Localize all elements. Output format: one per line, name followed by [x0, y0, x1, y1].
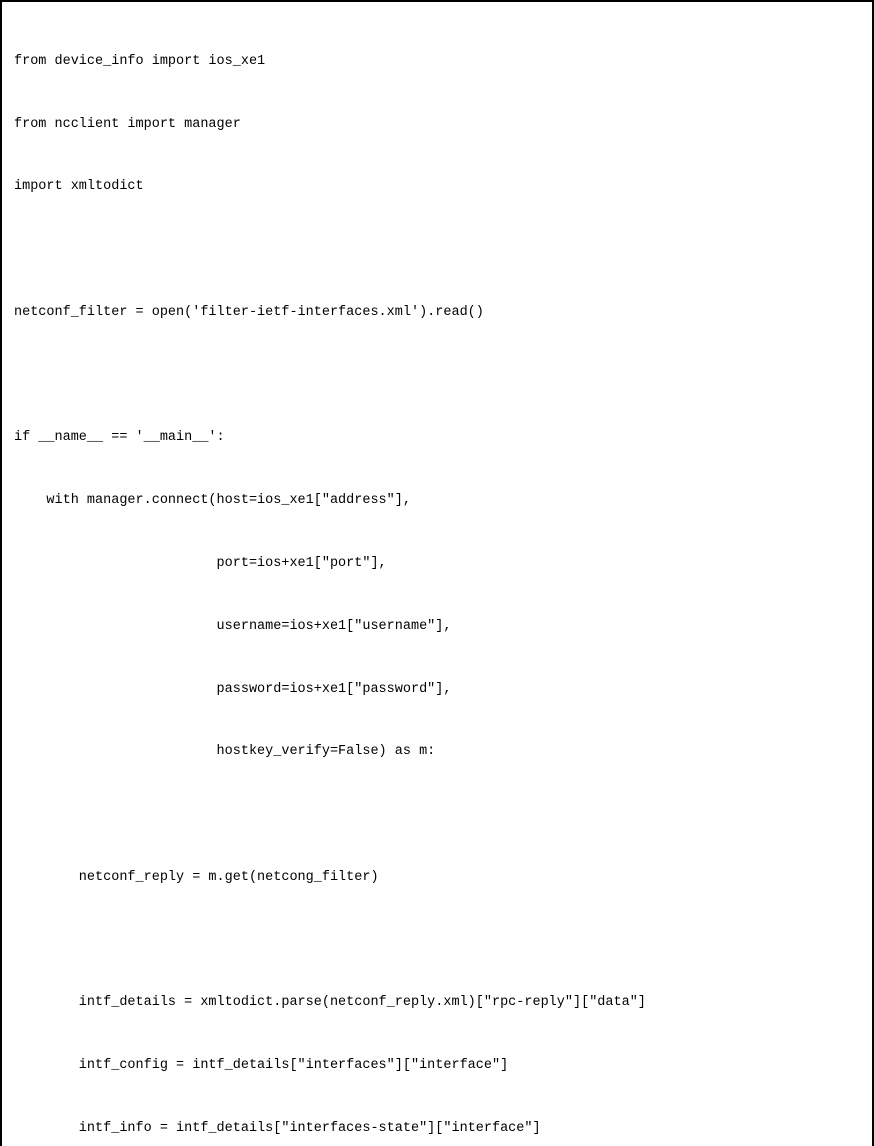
line-17: intf_config = intf_details["interfaces"]… [14, 1056, 860, 1077]
line-15 [14, 931, 860, 952]
line-5: netconf_filter = open('filter-ietf-inter… [14, 303, 860, 324]
line-11: password=ios+xe1["password"], [14, 680, 860, 701]
line-14: netconf_reply = m.get(netcong_filter) [14, 868, 860, 889]
code-container: from device_info import ios_xe1 from ncc… [0, 0, 874, 1146]
line-9: port=ios+xe1["port"], [14, 554, 860, 575]
line-18: intf_info = intf_details["interfaces-sta… [14, 1119, 860, 1140]
line-8: with manager.connect(host=ios_xe1["addre… [14, 491, 860, 512]
line-6 [14, 366, 860, 387]
line-10: username=ios+xe1["username"], [14, 617, 860, 638]
line-7: if __name__ == '__main__': [14, 428, 860, 449]
line-16: intf_details = xmltodict.parse(netconf_r… [14, 993, 860, 1014]
line-12: hostkey_verify=False) as m: [14, 742, 860, 763]
line-2: from ncclient import manager [14, 115, 860, 136]
code-block: from device_info import ios_xe1 from ncc… [14, 10, 860, 1146]
line-4 [14, 240, 860, 261]
line-1: from device_info import ios_xe1 [14, 52, 860, 73]
line-3: import xmltodict [14, 177, 860, 198]
line-13 [14, 805, 860, 826]
